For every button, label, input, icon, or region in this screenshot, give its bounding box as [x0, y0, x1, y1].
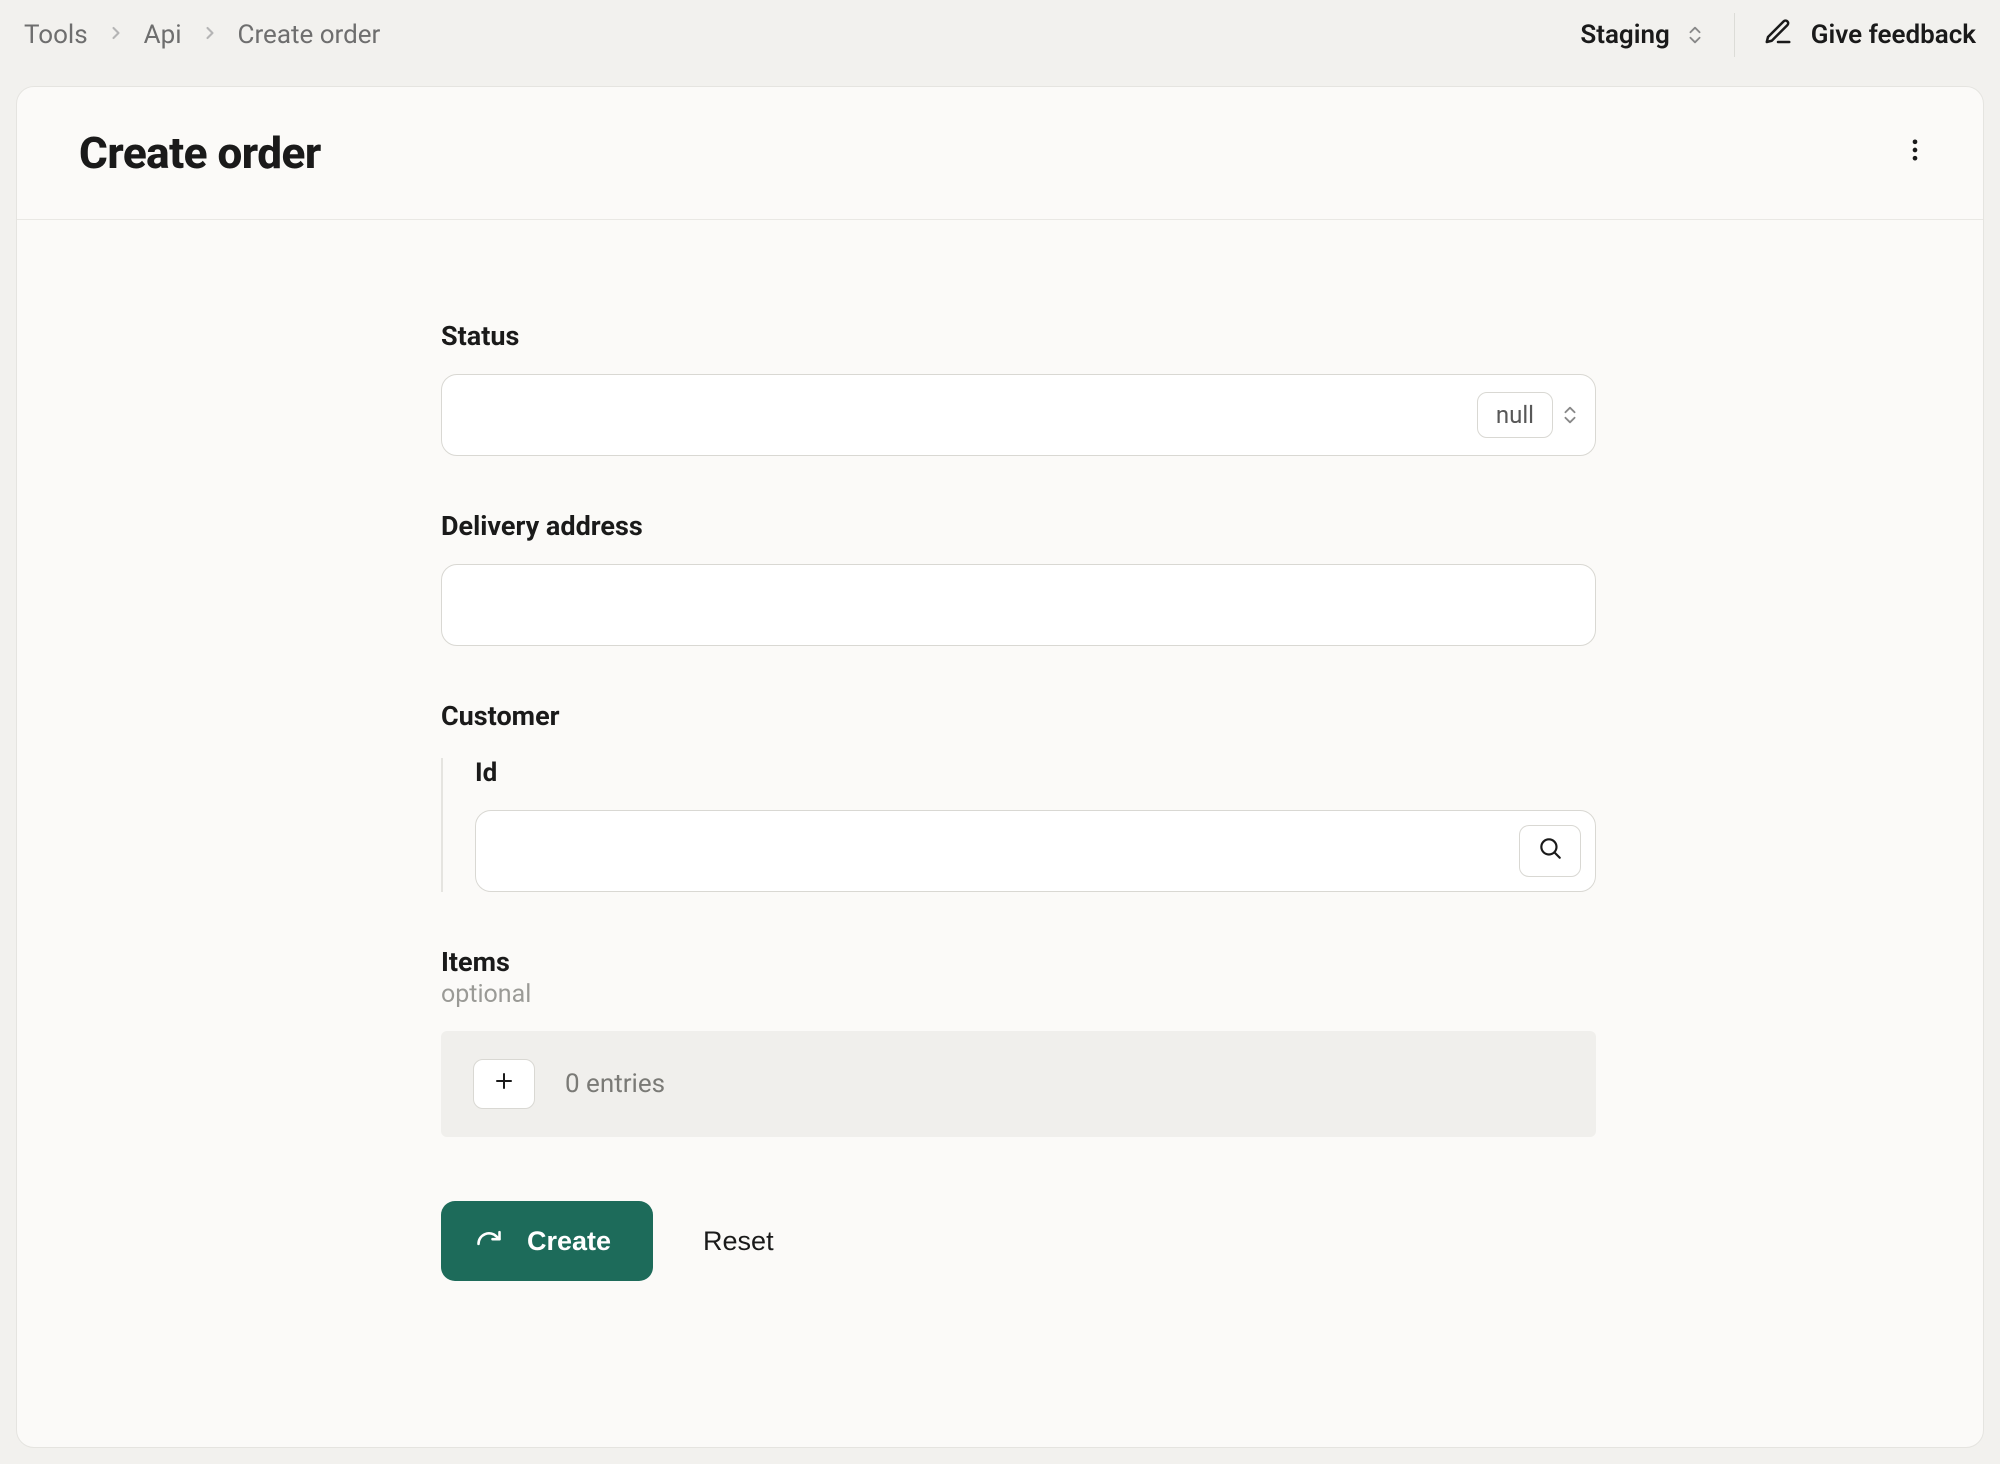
breadcrumb-api[interactable]: Api — [144, 20, 182, 50]
delivery-address-input[interactable] — [464, 565, 1581, 645]
items-entries-count: 0 entries — [565, 1069, 665, 1099]
chevron-right-icon — [200, 20, 220, 50]
chevrons-updown-icon — [1684, 24, 1706, 46]
form-actions: Create Reset — [441, 1201, 1596, 1281]
customer-nested: Id — [441, 758, 1596, 892]
give-feedback-label: Give feedback — [1811, 20, 1976, 50]
status-label: Status — [441, 320, 1596, 352]
items-sublabel: optional — [441, 980, 1596, 1009]
items-label-block: Items optional — [441, 946, 1596, 1009]
customer-id-input-wrap — [475, 810, 1596, 892]
status-type-badge[interactable]: null — [1477, 392, 1553, 438]
more-options-button[interactable] — [1895, 133, 1935, 173]
card-body: Status null Delivery address Customer — [17, 220, 1983, 1447]
environment-label: Staging — [1580, 20, 1669, 50]
chevrons-updown-icon[interactable] — [1559, 404, 1581, 426]
items-entries-box: 0 entries — [441, 1031, 1596, 1137]
field-items: Items optional 0 entries — [441, 946, 1596, 1137]
create-order-form: Status null Delivery address Customer — [441, 320, 1596, 1281]
breadcrumb-tools[interactable]: Tools — [24, 20, 88, 50]
status-input-wrap: null — [441, 374, 1596, 456]
status-input[interactable] — [464, 375, 1477, 455]
page-title: Create order — [79, 127, 321, 179]
delivery-address-label: Delivery address — [441, 510, 1596, 542]
create-button[interactable]: Create — [441, 1201, 653, 1281]
divider — [1734, 13, 1735, 57]
search-icon — [1537, 835, 1563, 867]
main-card: Create order Status null Del — [16, 86, 1984, 1448]
customer-id-input[interactable] — [498, 811, 1519, 891]
field-status: Status null — [441, 320, 1596, 456]
more-vertical-icon — [1901, 136, 1929, 170]
give-feedback-button[interactable]: Give feedback — [1763, 17, 1976, 54]
edit-icon — [1763, 17, 1793, 54]
customer-label: Customer — [441, 700, 1596, 732]
items-label: Items — [441, 946, 1596, 978]
customer-search-button[interactable] — [1519, 825, 1581, 877]
breadcrumb: Tools Api Create order — [24, 20, 380, 50]
field-delivery-address: Delivery address — [441, 510, 1596, 646]
breadcrumb-current: Create order — [238, 20, 381, 50]
reset-button[interactable]: Reset — [703, 1226, 774, 1257]
create-button-label: Create — [527, 1226, 611, 1257]
plus-icon — [492, 1069, 516, 1099]
delivery-address-input-wrap — [441, 564, 1596, 646]
add-item-button[interactable] — [473, 1059, 535, 1109]
card-header: Create order — [17, 87, 1983, 220]
chevron-right-icon — [106, 20, 126, 50]
topbar: Tools Api Create order Staging Give feed… — [0, 0, 2000, 76]
redo-icon — [475, 1224, 503, 1259]
topbar-right: Staging Give feedback — [1580, 13, 1976, 57]
environment-selector[interactable]: Staging — [1580, 20, 1705, 50]
customer-id-label: Id — [475, 758, 1596, 788]
field-customer: Customer Id — [441, 700, 1596, 892]
